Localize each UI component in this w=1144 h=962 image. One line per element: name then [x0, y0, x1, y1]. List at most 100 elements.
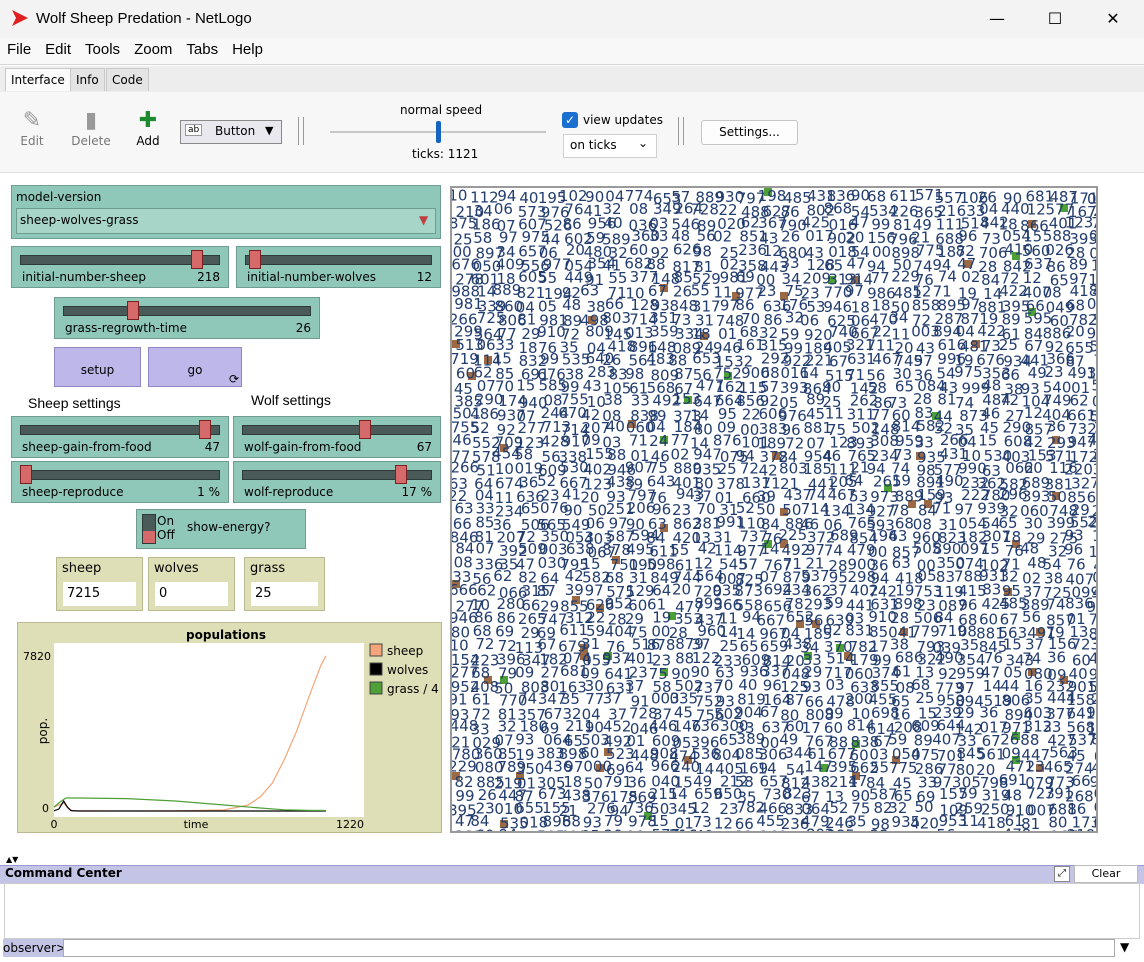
view-updates-checkbox[interactable]: ✓ [562, 112, 578, 128]
sheep-energy-label: 20 [604, 827, 623, 831]
menu-help[interactable]: Help [225, 38, 270, 58]
sheep-energy-label: 65 [895, 378, 914, 396]
tab-strip: Interface Info Code [0, 66, 1144, 92]
sheep-energy-label: 22 [870, 826, 889, 831]
sheep-energy-label: 71 [932, 499, 951, 517]
slider-thumb[interactable] [248, 250, 261, 269]
minimize-button[interactable]: — [968, 0, 1026, 38]
slider-thumb[interactable] [20, 465, 32, 484]
switch-on-label: On [157, 514, 175, 528]
menu-zoom[interactable]: Zoom [127, 38, 179, 58]
command-center-header [0, 865, 1144, 884]
slider-track[interactable] [20, 425, 220, 435]
slider-track[interactable] [63, 306, 311, 316]
slider-grass-regrowth-time[interactable]: grass-regrowth-time 26 [54, 297, 320, 339]
menu-tools[interactable]: Tools [78, 38, 127, 58]
clear-button[interactable]: Clear [1074, 865, 1138, 883]
chevron-down-icon: ▼ [265, 124, 274, 137]
speed-slider-thumb[interactable] [436, 121, 441, 143]
slider-thumb[interactable] [359, 420, 371, 439]
chooser-dropdown[interactable]: sheep-wolves-grass ▼ [16, 208, 436, 234]
slider-value: 67 [416, 440, 432, 454]
go-button[interactable]: go ⟳ [148, 347, 242, 387]
close-button[interactable]: ✕ [1084, 0, 1142, 38]
slider-thumb[interactable] [395, 465, 407, 484]
sheep-energy-label: 04 [516, 828, 535, 831]
slider-value: 12 [416, 270, 432, 284]
x-max-tick-label: 1220 [336, 818, 364, 831]
update-mode-dropdown[interactable]: on ticks ⌄ [563, 134, 657, 158]
tab-info[interactable]: Info [70, 68, 105, 91]
slider-track[interactable] [245, 255, 432, 265]
tab-code[interactable]: Code [106, 68, 149, 91]
switch-thumb[interactable] [143, 531, 155, 543]
sheep-energy-label: 26 [781, 228, 800, 246]
splitter-handle[interactable]: ▲▼ [6, 855, 18, 864]
slider-label: grass-regrowth-time [65, 321, 187, 335]
sheep-energy-label: 36 [1047, 418, 1066, 436]
legend-swatch [369, 662, 383, 676]
slider-thumb[interactable] [198, 420, 211, 439]
populations-plot: populations 7820 0 0 1220 time pop. shee… [17, 622, 442, 833]
menu-tabs[interactable]: Tabs [179, 38, 225, 58]
observer-prompt-selector[interactable]: observer> [3, 939, 66, 957]
delete-button[interactable]: ▮ Delete [66, 108, 116, 148]
widget-type-dropdown[interactable]: ab Button ▼ [180, 120, 282, 144]
toolbar-separator [298, 117, 304, 145]
slider-initial-number-sheep[interactable]: initial-number-sheep 218 [11, 246, 229, 288]
slider-wolf-reproduce[interactable]: wolf-reproduce 17 % [233, 461, 441, 503]
plot-canvas: populations 7820 0 0 1220 time pop. shee… [23, 628, 439, 831]
sheep-energy-label: 716 [669, 826, 698, 831]
slider-thumb[interactable] [191, 250, 203, 269]
sheep-energy-label: 10 [452, 188, 467, 205]
show-energy-switch[interactable]: On Off show-energy? [136, 509, 306, 549]
sheep-energy-label: 03 [825, 676, 844, 694]
chevron-down-icon[interactable]: ▼ [1120, 940, 1129, 954]
legend-swatch [369, 643, 383, 657]
ticks-counter: ticks: 1121 [412, 147, 479, 161]
slider-thumb[interactable] [127, 301, 140, 320]
slider-value: 26 [295, 321, 311, 335]
slider-sheep-reproduce[interactable]: sheep-reproduce 1 % [11, 461, 229, 503]
add-button[interactable]: ✚ Add [123, 108, 173, 148]
tab-interface[interactable]: Interface [5, 68, 71, 91]
slider-label: sheep-gain-from-food [22, 440, 152, 454]
model-version-chooser[interactable]: model-version sheep-wolves-grass ▼ [11, 185, 441, 239]
x-axis-label: time [184, 818, 209, 831]
settings-button[interactable]: Settings... [701, 120, 798, 145]
x-min-tick-label: 0 [51, 818, 58, 831]
expand-icon[interactable]: ⤢ [1054, 866, 1070, 882]
slider-label: initial-number-wolves [247, 270, 376, 284]
command-input[interactable] [63, 939, 1115, 957]
chevron-down-icon: ▼ [419, 213, 429, 227]
sheep-energy-label: 40 [604, 214, 623, 232]
world-canvas[interactable]: 1011294401951029004774653578899307971984… [452, 188, 1096, 831]
slider-label: initial-number-sheep [22, 270, 146, 284]
menu-edit[interactable]: Edit [38, 38, 78, 58]
slider-initial-number-wolves[interactable]: initial-number-wolves 12 [236, 246, 441, 288]
delete-button-label: Delete [71, 134, 111, 148]
maximize-button[interactable]: ☐ [1026, 0, 1084, 38]
legend-swatch [369, 681, 383, 695]
trash-icon: ▮ [84, 108, 98, 133]
plot-area [54, 643, 364, 817]
slider-wolf-gain-from-food[interactable]: wolf-gain-from-food 67 [233, 416, 441, 458]
sheep-energy-label: 736 [691, 717, 720, 735]
switch-track[interactable] [142, 514, 156, 544]
slider-sheep-gain-from-food[interactable]: sheep-gain-from-food 47 [11, 416, 229, 458]
chevron-down-icon: ⌄ [638, 136, 649, 150]
menu-file[interactable]: File [0, 38, 38, 58]
slider-track[interactable] [20, 470, 220, 480]
legend-label: sheep [387, 644, 423, 658]
forever-loop-icon: ⟳ [228, 372, 239, 386]
world-view[interactable]: 1011294401951029004774653578899307971984… [450, 186, 1098, 833]
slider-track[interactable] [20, 255, 220, 265]
sheep-energy-label: 21 [626, 827, 645, 831]
monitor-sheep: sheep 7215 [56, 557, 143, 611]
edit-button[interactable]: ✎ Edit [7, 108, 57, 148]
slider-track[interactable] [242, 425, 432, 435]
setup-button[interactable]: setup [54, 347, 141, 387]
slider-label: wolf-reproduce [244, 485, 334, 499]
button-widget-icon: ab [185, 124, 203, 136]
update-mode-value: on ticks [570, 138, 617, 152]
